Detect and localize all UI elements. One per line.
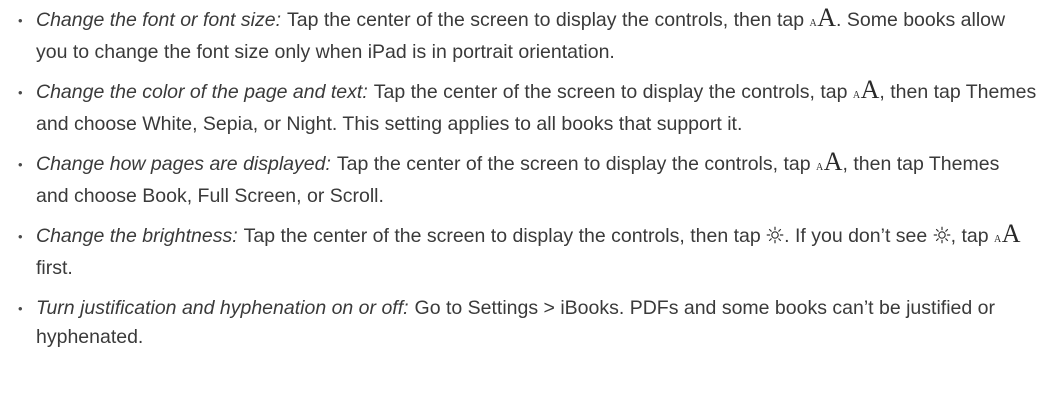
- item-text: Tap the center of the screen to display …: [336, 153, 811, 175]
- font-size-icon: AA: [994, 219, 1021, 248]
- list-item-page-color: • Change the color of the page and text:…: [10, 75, 1037, 139]
- font-size-icon: AA: [852, 75, 880, 104]
- item-lead: Change how pages are displayed:: [36, 153, 331, 175]
- bullet-marker: •: [18, 229, 23, 244]
- item-text: . If you don’t see: [784, 225, 928, 247]
- item-lead: Change the brightness:: [36, 225, 238, 247]
- item-lead: Change the color of the page and text:: [36, 81, 368, 103]
- list-item-justification: • Turn justification and hyphenation on …: [10, 294, 1037, 352]
- brightness-sun-icon: [933, 226, 951, 244]
- font-size-icon: AA: [816, 147, 843, 176]
- item-text: Tap the center of the screen to display …: [243, 225, 761, 247]
- item-text: Tap the center of the screen to display …: [287, 9, 805, 31]
- list-item-page-display: • Change how pages are displayed: Tap the…: [10, 147, 1037, 211]
- font-size-icon: AA: [809, 3, 837, 32]
- list-item-brightness: • Change the brightness: Tap the center o…: [10, 219, 1037, 283]
- item-text: first.: [36, 257, 73, 279]
- item-text: Tap the center of the screen to display …: [373, 81, 848, 103]
- list-item-font-size: • Change the font or font size: Tap the c…: [10, 3, 1037, 67]
- item-lead: Change the font or font size:: [36, 9, 281, 31]
- bullet-marker: •: [18, 85, 23, 100]
- brightness-sun-icon: [766, 226, 784, 244]
- bullet-marker: •: [18, 13, 23, 28]
- ibooks-settings-list: • Change the font or font size: Tap the c…: [10, 3, 1037, 352]
- document-page: • Change the font or font size: Tap the c…: [0, 0, 1043, 416]
- bullet-marker: •: [18, 157, 23, 172]
- item-text: , tap: [950, 225, 989, 247]
- item-lead: Turn justification and hyphenation on or…: [36, 297, 409, 319]
- bullet-marker: •: [18, 301, 23, 316]
